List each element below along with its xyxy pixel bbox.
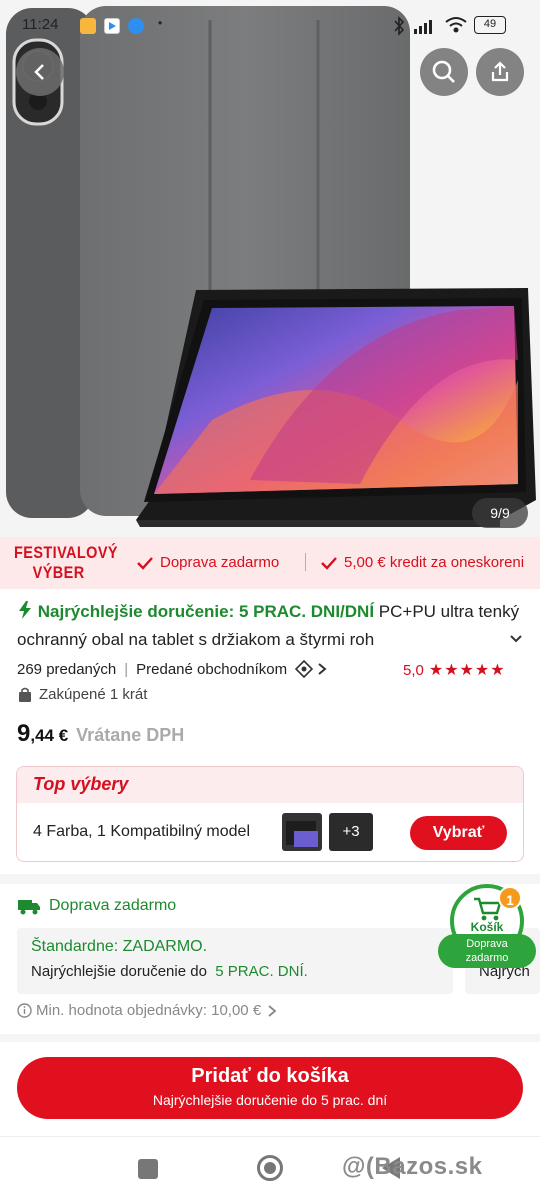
shipping-option-standard[interactable]: Štandardne: ZADARMO. Najrýchlejšie doruč… <box>17 928 453 994</box>
variant-thumb-1[interactable] <box>282 813 322 851</box>
rating-stars: ★★★★★ <box>428 662 506 679</box>
share-button[interactable] <box>476 48 524 96</box>
notification-icon <box>80 18 96 34</box>
variant-summary: 4 Farba, 1 Kompatibilný model <box>33 823 250 840</box>
delivery-highlight: Najrýchlejšie doručenie: 5 PRAC. DNI/DNÍ <box>37 602 375 621</box>
late-credit-perk: 5,00 € kredit za oneskoreni <box>320 554 524 571</box>
sales-seller-row[interactable]: 269 predaných | Predané obchodníkom <box>17 660 327 678</box>
back-button[interactable] <box>16 48 64 96</box>
more-variants-count: +3 <box>342 823 360 840</box>
price: 9,44 € Vrátane DPH <box>17 720 184 748</box>
section-divider <box>0 874 540 884</box>
battery-indicator: 49 <box>474 16 506 34</box>
title-fade <box>440 628 500 656</box>
seller-link[interactable]: Predané obchodníkom <box>136 661 287 678</box>
recents-button[interactable] <box>138 1159 158 1179</box>
min-order-text: Min. hodnota objednávky: 10,00 € <box>36 1002 262 1019</box>
watermark: @(Bazos.sk <box>342 1153 483 1180</box>
chevron-left-icon <box>34 64 44 80</box>
top-picks-card[interactable]: Top výbery 4 Farba, 1 Kompatibilný model… <box>16 766 524 862</box>
stats-divider: | <box>124 660 129 678</box>
standard-shipping-label: Štandardne: ZADARMO. <box>31 938 208 955</box>
gallery-counter: 9/9 <box>472 498 528 528</box>
late-credit-perk-label: 5,00 € kredit za oneskoreni <box>344 554 525 571</box>
home-dot <box>264 1162 276 1174</box>
seller-badge-icon <box>295 660 314 678</box>
play-store-icon <box>104 18 120 34</box>
lightning-icon <box>19 601 31 619</box>
festival-title-line1: FESTIVALOVÝ <box>14 543 118 562</box>
truck-icon <box>18 900 40 915</box>
checkmark-icon <box>321 556 337 570</box>
home-button[interactable] <box>257 1155 283 1181</box>
standard-delivery-line: Najrýchlejšie doručenie do 5 PRAC. DNÍ. <box>31 963 308 980</box>
cart-free-shipping-pill: Doprava zadarmo <box>438 934 536 968</box>
price-main: 9 <box>17 720 31 747</box>
chevron-right-icon <box>268 1004 277 1017</box>
search-button[interactable] <box>420 48 468 96</box>
festival-banner[interactable]: FESTIVALOVÝ VÝBER Doprava zadarmo 5,00 €… <box>0 537 540 589</box>
more-notifications-icon: • <box>158 16 163 30</box>
banner-divider <box>305 553 306 571</box>
more-variants-thumb[interactable]: +3 <box>329 813 373 851</box>
price-cents: ,44 € <box>30 726 69 745</box>
cart-sub-line1: Doprava <box>466 938 508 950</box>
festival-title: FESTIVALOVÝ VÝBER <box>14 543 118 583</box>
upload-notification-icon <box>128 18 144 34</box>
bluetooth-icon <box>394 16 405 36</box>
add-to-cart-sublabel: Najrýchlejšie doručenie do 5 prac. dní <box>152 1092 388 1108</box>
select-variant-button[interactable]: Vybrať <box>410 816 507 850</box>
shipping-title: Doprava zadarmo <box>49 897 177 914</box>
cart-sub-line2: zadarmo <box>465 952 509 964</box>
free-shipping-perk: Doprava zadarmo <box>136 554 279 571</box>
status-bar: 11:24 • 49 <box>0 12 540 42</box>
bought-row: Zakúpené 1 krát <box>17 686 147 703</box>
shopping-bag-icon <box>19 687 31 702</box>
festival-title-line2: VÝBER <box>32 563 85 582</box>
sold-count: 269 predaných <box>17 660 117 678</box>
floating-cart[interactable]: 1 Košík Doprava zadarmo <box>438 884 536 968</box>
product-image-gallery[interactable]: 11:24 • 49 9/9 <box>0 0 540 537</box>
info-icon <box>17 1003 32 1018</box>
status-time: 11:24 <box>22 16 59 33</box>
system-nav-bar: @(Bazos.sk <box>0 1136 540 1200</box>
delivery-days: 5 PRAC. DNÍ. <box>215 963 308 980</box>
chevron-down-icon[interactable] <box>508 631 524 647</box>
checkmark-icon <box>137 556 153 570</box>
rating-value: 5,0 <box>403 661 424 679</box>
cart-label: Košík <box>470 920 504 934</box>
search-icon <box>432 60 455 83</box>
free-shipping-perk-label: Doprava zadarmo <box>160 554 280 571</box>
rating-row[interactable]: 5,0 ★★★★★ <box>403 660 506 680</box>
chevron-right-icon <box>318 663 327 675</box>
signal-icon <box>414 20 432 34</box>
bought-count: Zakúpené 1 krát <box>39 686 148 703</box>
min-order-row[interactable]: Min. hodnota objednávky: 10,00 € <box>17 1002 277 1019</box>
top-picks-header: Top výbery <box>17 767 523 803</box>
shipping-header[interactable]: Doprava zadarmo <box>17 897 176 915</box>
add-to-cart-button[interactable]: Pridať do košíka Najrýchlejšie doručenie… <box>17 1057 523 1119</box>
cart-badge: 1 <box>498 886 522 910</box>
delivery-prefix: Najrýchlejšie doručenie do <box>31 963 207 980</box>
add-to-cart-label: Pridať do košíka <box>191 1065 349 1087</box>
section-divider <box>0 1034 540 1042</box>
vat-note: Vrátane DPH <box>76 725 185 745</box>
wifi-icon <box>445 17 467 33</box>
share-icon <box>491 61 509 82</box>
